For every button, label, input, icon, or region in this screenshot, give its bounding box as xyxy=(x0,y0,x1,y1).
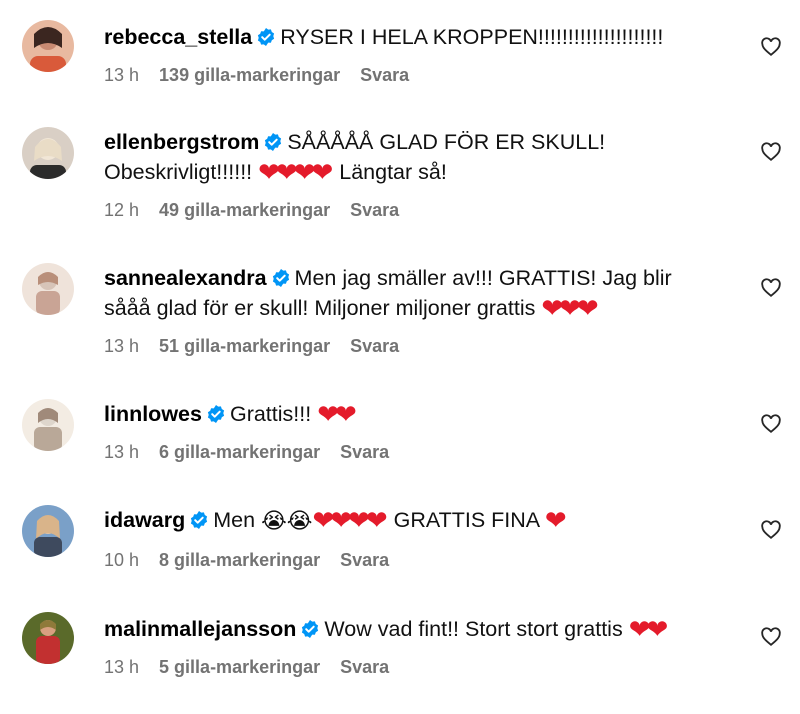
avatar[interactable] xyxy=(22,20,74,72)
likes-count-link[interactable]: 6 gilla-markeringar xyxy=(159,441,320,463)
red-heart-emoji: ❤❤❤❤ xyxy=(258,158,333,188)
verified-badge-icon xyxy=(206,404,226,424)
verified-badge-icon xyxy=(256,27,276,47)
reply-button[interactable]: Svara xyxy=(340,441,389,463)
comment-text: SÅÅÅÅÅ GLAD FÖR ER SKULL! xyxy=(287,130,606,154)
red-heart-emoji: ❤❤ xyxy=(628,615,669,645)
heart-outline-icon[interactable] xyxy=(760,36,782,58)
red-heart-emoji: ❤ xyxy=(544,506,567,536)
comment-text-after: GRATTIS FINA xyxy=(387,508,545,532)
comment-text: RYSER I HELA KROPPEN!!!!!!!!!!!!!!!!!!!!… xyxy=(280,25,664,49)
heart-outline-icon[interactable] xyxy=(760,277,782,299)
heart-outline-icon[interactable] xyxy=(760,519,782,541)
comment-username[interactable]: rebecca_stella xyxy=(104,25,252,49)
comment-username[interactable]: ellenbergstrom xyxy=(104,130,259,154)
comment-timestamp: 13 h xyxy=(104,336,140,356)
verified-badge-icon xyxy=(300,619,320,639)
verified-badge-icon xyxy=(271,268,291,288)
avatar[interactable] xyxy=(22,127,74,179)
reply-button[interactable]: Svara xyxy=(350,335,399,357)
comment-timestamp: 13 h xyxy=(104,442,140,462)
likes-count-link[interactable]: 139 gilla-markeringar xyxy=(159,64,340,86)
likes-count-link[interactable]: 51 gilla-markeringar xyxy=(159,335,330,357)
comment-text: Wow vad fint!! Stort stort grattis xyxy=(324,617,629,641)
comment-timestamp: 10 h xyxy=(104,550,140,570)
reply-button[interactable]: Svara xyxy=(340,656,389,678)
red-heart-emoji: ❤❤❤❤ xyxy=(312,506,387,536)
comment-timestamp: 13 h xyxy=(104,65,140,85)
red-heart-emoji: ❤❤❤ xyxy=(541,294,598,324)
comment-text-line2: Obeskrivligt!!!!!! xyxy=(104,160,259,184)
reply-button[interactable]: Svara xyxy=(350,199,399,221)
comment-text-after: Längtar så! xyxy=(333,160,447,184)
avatar[interactable] xyxy=(22,399,74,451)
verified-badge-icon xyxy=(189,510,209,530)
avatar[interactable] xyxy=(22,505,74,557)
likes-count-link[interactable]: 5 gilla-markeringar xyxy=(159,656,320,678)
comment-username[interactable]: sannealexandra xyxy=(104,266,267,290)
likes-count-link[interactable]: 8 gilla-markeringar xyxy=(159,549,320,571)
reply-button[interactable]: Svara xyxy=(340,549,389,571)
comment-text: Men jag smäller av!!! GRATTIS! Jag blir xyxy=(294,266,672,290)
heart-outline-icon[interactable] xyxy=(760,626,782,648)
avatar[interactable] xyxy=(22,263,74,315)
verified-badge-icon xyxy=(263,132,283,152)
comment-text: Men xyxy=(213,508,262,532)
red-heart-emoji: ❤❤ xyxy=(317,400,357,430)
comment-timestamp: 13 h xyxy=(104,657,140,677)
likes-count-link[interactable]: 49 gilla-markeringar xyxy=(159,199,330,221)
comment-username[interactable]: idawarg xyxy=(104,508,185,532)
heart-outline-icon[interactable] xyxy=(760,141,782,163)
reply-button[interactable]: Svara xyxy=(360,64,409,86)
comment-text-line2: sååå glad för er skull! Miljoner miljone… xyxy=(104,296,542,320)
avatar[interactable] xyxy=(22,612,74,664)
comment-username[interactable]: malinmallejansson xyxy=(104,617,296,641)
comment-username[interactable]: linnlowes xyxy=(104,402,202,426)
heart-outline-icon[interactable] xyxy=(760,413,782,435)
comment-timestamp: 12 h xyxy=(104,200,140,220)
comment-text: Grattis!!! xyxy=(229,402,318,426)
crying-face-emoji: 😭😭 xyxy=(261,509,313,534)
